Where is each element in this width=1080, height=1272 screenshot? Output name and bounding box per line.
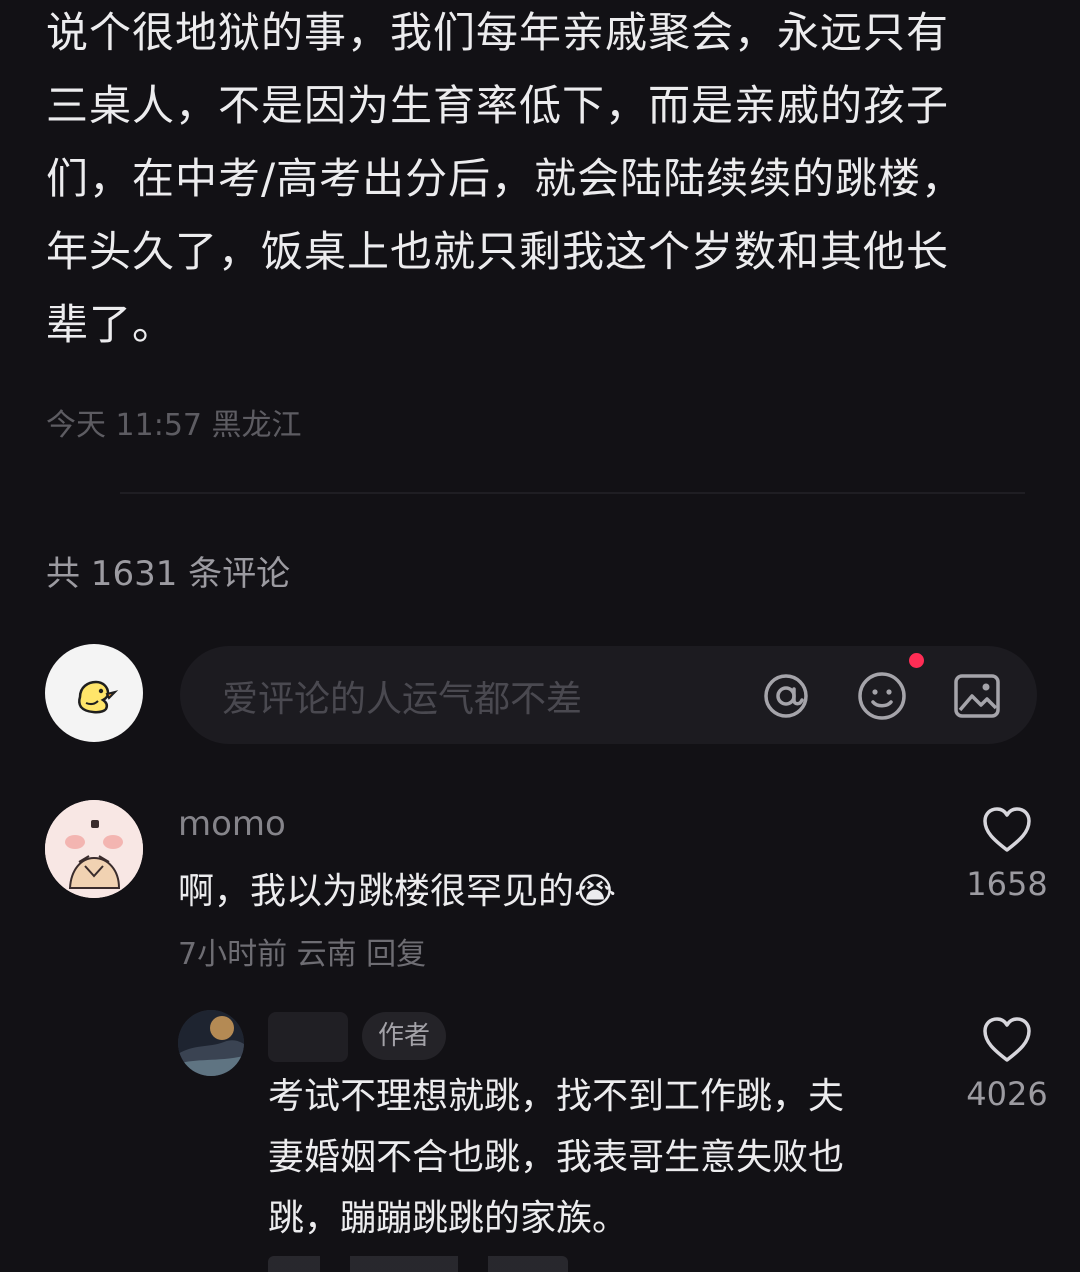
avatar[interactable] <box>45 800 143 898</box>
divider <box>120 492 1025 494</box>
reply-author-blurred[interactable] <box>268 1012 348 1062</box>
notification-dot <box>909 653 924 668</box>
landscape-avatar-icon <box>178 1010 244 1076</box>
comment-author[interactable]: momo <box>178 804 286 844</box>
comment-text: 啊，我以为跳楼很罕见的😭 <box>178 862 616 914</box>
comment-input-placeholder: 爱评论的人运气都不差 <box>222 679 583 720</box>
comment-meta[interactable]: 7小时前 云南 回复 <box>178 929 426 973</box>
post-meta: 今天 11:57 黑龙江 <box>46 408 302 443</box>
comment-text-content: 啊，我以为跳楼很罕见的 <box>178 871 575 912</box>
reply-meta-truncated <box>268 1256 568 1272</box>
post-body: 说个很地狱的事，我们每年亲戚聚会，永远只有 三桌人，不是因为生育率低下，而是亲戚… <box>46 8 965 349</box>
at-mention-icon[interactable] <box>760 670 812 722</box>
like-button[interactable]: 1658 <box>952 805 1062 903</box>
cartoon-cat-avatar-icon <box>45 800 143 898</box>
emoji-icon[interactable] <box>856 670 908 722</box>
comment-count: 共 1631 条评论 <box>46 554 291 594</box>
reply-text: 考试不理想就跳，找不到工作跳，夫 妻婚姻不合也跳，我表哥生意失败也 跳，蹦蹦跳跳… <box>268 1076 845 1239</box>
avatar[interactable] <box>178 1010 244 1076</box>
crying-emoji-icon: 😭 <box>574 871 617 912</box>
image-icon[interactable] <box>951 670 1003 722</box>
heart-icon[interactable] <box>981 1015 1033 1063</box>
my-avatar[interactable] <box>45 644 143 742</box>
like-button[interactable]: 4026 <box>952 1015 1062 1113</box>
comment-input[interactable]: 爱评论的人运气都不差 <box>180 646 1037 744</box>
duck-icon <box>78 680 119 714</box>
like-count: 1658 <box>966 865 1048 903</box>
like-count: 4026 <box>966 1075 1048 1113</box>
author-badge: 作者 <box>362 1012 447 1060</box>
heart-icon[interactable] <box>981 805 1033 853</box>
